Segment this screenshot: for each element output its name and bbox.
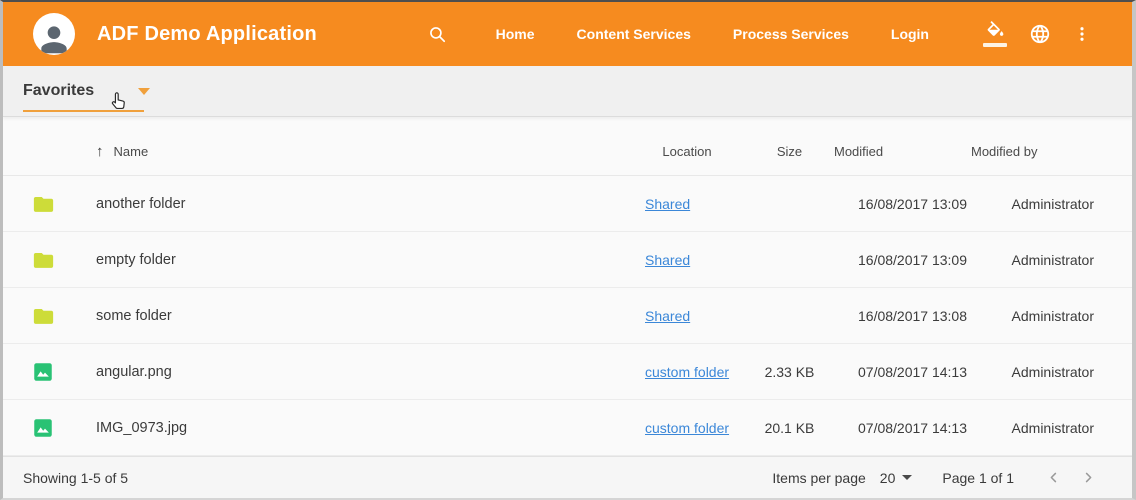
modified-date: 07/08/2017 14:13 — [832, 364, 967, 380]
location-link[interactable]: custom folder — [645, 420, 729, 436]
file-name[interactable]: angular.png — [96, 364, 627, 380]
search-icon — [428, 25, 447, 44]
nav-item-content-services[interactable]: Content Services — [556, 16, 712, 52]
header-icon-group — [972, 21, 1102, 47]
location-link[interactable]: custom folder — [645, 364, 729, 380]
modified-by: Administrator — [967, 420, 1102, 436]
column-header-modified[interactable]: Modified — [832, 144, 967, 159]
items-per-page-label: Items per page — [772, 470, 865, 486]
items-per-page-select[interactable]: 20 — [880, 470, 913, 486]
nav-item-login[interactable]: Login — [870, 16, 950, 52]
main-nav: Home Content Services Process Services L… — [475, 16, 950, 52]
modified-date: 16/08/2017 13:09 — [832, 252, 967, 268]
person-icon — [35, 20, 73, 55]
items-per-page-value: 20 — [880, 470, 896, 486]
pagination-bar: Showing 1-5 of 5 Items per page 20 Page … — [3, 456, 1132, 498]
folder-icon — [33, 307, 54, 325]
location-link[interactable]: Shared — [645, 196, 690, 212]
modified-date: 16/08/2017 13:09 — [832, 196, 967, 212]
table-header-row: ↑ Name Location Size Modified Modified b… — [3, 117, 1132, 176]
chevron-left-icon — [1045, 469, 1062, 486]
next-page-button[interactable] — [1071, 463, 1106, 492]
active-view-underline — [23, 110, 144, 112]
showing-count-label: Showing 1-5 of 5 — [23, 470, 128, 486]
modified-by: Administrator — [967, 364, 1102, 380]
view-selector[interactable]: Favorites — [23, 82, 94, 100]
table-row[interactable]: empty folder Shared 16/08/2017 13:09 Adm… — [3, 232, 1132, 288]
theme-color-button[interactable] — [972, 21, 1018, 47]
color-fill-underline — [983, 43, 1007, 47]
folder-icon — [33, 195, 54, 213]
view-toolbar: Favorites — [3, 66, 1132, 117]
nav-item-process-services[interactable]: Process Services — [712, 16, 870, 52]
table-row[interactable]: IMG_0973.jpg custom folder 20.1 KB 07/08… — [3, 400, 1132, 456]
language-button[interactable] — [1018, 23, 1062, 45]
file-name[interactable]: IMG_0973.jpg — [96, 420, 627, 436]
table-row[interactable]: angular.png custom folder 2.33 KB 07/08/… — [3, 344, 1132, 400]
search-button[interactable] — [428, 25, 447, 44]
color-fill-icon — [985, 21, 1006, 42]
table-row[interactable]: another folder Shared 16/08/2017 13:09 A… — [3, 176, 1132, 232]
column-header-size[interactable]: Size — [747, 144, 832, 159]
file-name[interactable]: empty folder — [96, 252, 627, 268]
modified-by: Administrator — [967, 196, 1102, 212]
dropdown-caret-icon[interactable] — [138, 88, 150, 95]
column-header-location[interactable]: Location — [627, 144, 747, 159]
file-name[interactable]: another folder — [96, 196, 627, 212]
app-header: ADF Demo Application Home Content Servic… — [3, 2, 1132, 66]
page-indicator: Page 1 of 1 — [942, 470, 1014, 486]
modified-by: Administrator — [967, 252, 1102, 268]
previous-page-button[interactable] — [1036, 463, 1071, 492]
more-options-button[interactable] — [1062, 24, 1102, 44]
file-size: 20.1 KB — [747, 420, 832, 436]
modified-date: 07/08/2017 14:13 — [832, 420, 967, 436]
chevron-right-icon — [1080, 469, 1097, 486]
globe-icon — [1029, 23, 1051, 45]
file-size: 2.33 KB — [747, 364, 832, 380]
folder-icon — [33, 251, 54, 269]
location-link[interactable]: Shared — [645, 308, 690, 324]
sort-ascending-icon: ↑ — [96, 143, 104, 160]
more-vert-icon — [1073, 24, 1091, 44]
pager-controls — [1036, 463, 1106, 492]
app-window: ADF Demo Application Home Content Servic… — [0, 0, 1136, 500]
app-title: ADF Demo Application — [97, 23, 317, 46]
image-file-icon — [33, 418, 53, 438]
file-name[interactable]: some folder — [96, 308, 627, 324]
modified-date: 16/08/2017 13:08 — [832, 308, 967, 324]
avatar — [33, 13, 75, 55]
column-header-name[interactable]: ↑ Name — [96, 143, 627, 160]
nav-item-home[interactable]: Home — [475, 16, 556, 52]
table-row[interactable]: some folder Shared 16/08/2017 13:08 Admi… — [3, 288, 1132, 344]
dropdown-caret-icon — [902, 475, 912, 480]
location-link[interactable]: Shared — [645, 252, 690, 268]
column-header-name-label: Name — [114, 144, 149, 159]
image-file-icon — [33, 362, 53, 382]
column-header-modified-by[interactable]: Modified by — [967, 144, 1102, 159]
modified-by: Administrator — [967, 308, 1102, 324]
